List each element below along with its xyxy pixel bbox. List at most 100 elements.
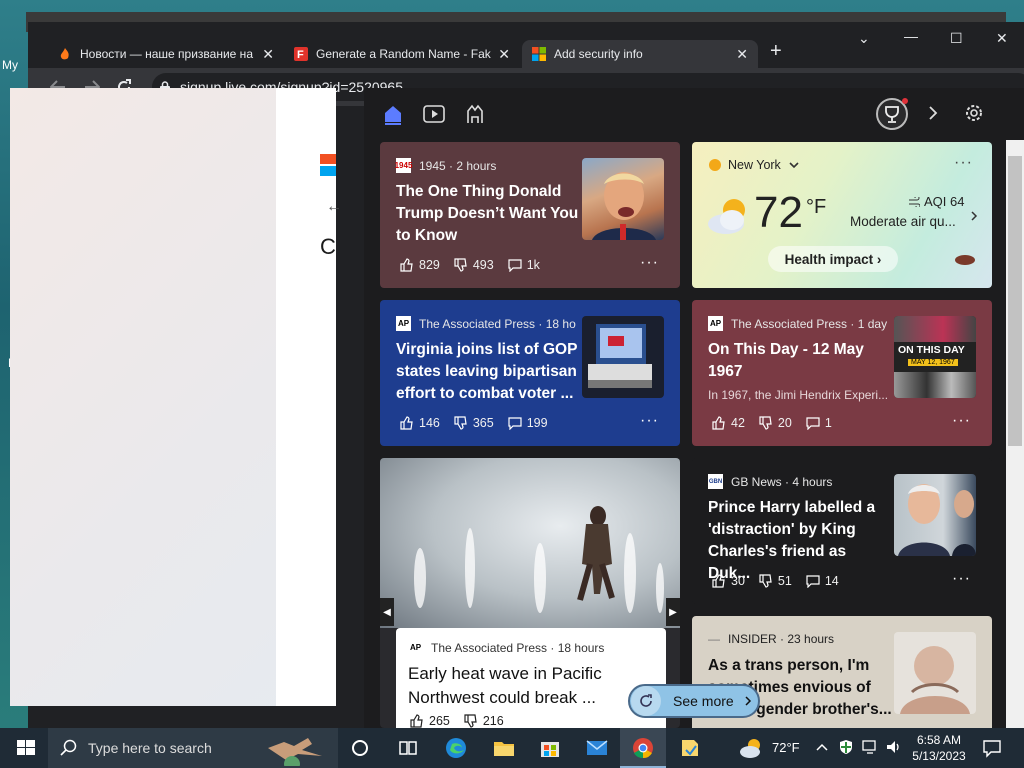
person-photo <box>894 632 976 714</box>
close-icon[interactable]: ✕ <box>498 46 510 63</box>
chrome-icon <box>633 738 653 759</box>
cortana-icon[interactable] <box>348 736 372 760</box>
thumbs-up-icon <box>400 416 413 430</box>
dislike-count: 216 <box>482 714 504 728</box>
tab-strip: Новости — наше призвание на ✕ F Generate… <box>28 22 1024 68</box>
file-explorer-icon[interactable] <box>492 736 516 760</box>
like-count: 146 <box>419 416 440 430</box>
chevron-right-icon[interactable] <box>928 105 938 121</box>
tab-news[interactable]: Новости — наше призвание на ✕ <box>48 40 284 68</box>
panel-header <box>364 88 1024 140</box>
weather-cloud-icon[interactable] <box>738 736 766 760</box>
video-icon[interactable] <box>423 104 445 124</box>
taskbar-weather[interactable]: 72°F <box>772 740 800 755</box>
chevron-right-icon[interactable] <box>970 210 978 222</box>
comment-button[interactable]: 199 <box>508 416 548 430</box>
thumbs-down-icon <box>464 714 477 728</box>
tab-fakename[interactable]: F Generate a Random Name - Fak ✕ <box>284 40 520 68</box>
news-card[interactable]: AP The Associated Press · 1 day On This … <box>692 300 992 446</box>
clock-date: 5/13/2023 <box>912 749 966 763</box>
dislike-button[interactable]: 493 <box>454 258 494 272</box>
like-button[interactable]: 42 <box>712 416 745 430</box>
page-scrollbar[interactable] <box>1006 140 1024 728</box>
weather-location[interactable]: New York <box>728 158 781 172</box>
headline[interactable]: The One Thing Donald Trump Doesn’t Want … <box>396 181 582 247</box>
taskbar: Type here to search 72°F 6:58 AM 5/13/20… <box>0 728 1024 768</box>
comment-button[interactable]: 1 <box>806 416 832 430</box>
more-options-icon[interactable]: ··· <box>952 570 971 588</box>
close-icon[interactable]: ✕ <box>736 46 748 63</box>
comment-button[interactable]: 14 <box>806 574 839 588</box>
tab-security-info[interactable]: Add security info ✕ <box>522 40 758 68</box>
news-card[interactable]: GBN GB News · 4 hours Prince Harry label… <box>692 458 992 604</box>
rewards-trophy-icon[interactable] <box>874 96 910 132</box>
chevron-up-icon[interactable] <box>816 742 828 752</box>
dislike-button[interactable]: 365 <box>454 416 494 430</box>
like-button[interactable]: 146 <box>400 416 440 430</box>
edge-icon[interactable] <box>444 736 468 760</box>
games-icon[interactable] <box>464 103 486 125</box>
like-button[interactable]: 30 <box>712 574 745 588</box>
headline[interactable]: Prince Harry labelled a 'distraction' by… <box>708 497 892 585</box>
card-actions: 30 51 14 <box>712 574 853 588</box>
card-actions: 829 493 1k <box>400 258 554 272</box>
back-arrow[interactable]: ← <box>326 198 342 216</box>
desktop-icon-label[interactable]: My <box>2 58 18 72</box>
headline[interactable]: Early heat wave in Pacific Northwest cou… <box>408 662 628 710</box>
dislike-button[interactable]: 20 <box>759 416 792 430</box>
windows-start-icon[interactable] <box>14 736 38 760</box>
minimize-button[interactable]: — <box>904 28 918 44</box>
thumbs-up-icon <box>712 416 725 430</box>
maximize-button[interactable]: ☐ <box>950 30 963 47</box>
source-logo: AP <box>408 640 423 655</box>
carousel-next-button[interactable]: ▶ <box>666 598 680 626</box>
chrome-taskbar-button[interactable] <box>620 728 666 768</box>
defender-shield-icon[interactable] <box>838 739 854 755</box>
notification-icon[interactable] <box>982 738 1002 758</box>
more-options-icon[interactable]: ··· <box>640 254 659 272</box>
tab-search-icon[interactable]: ⌄ <box>858 30 870 47</box>
thumb-date: MAY 12, 1967 <box>908 359 958 366</box>
wind-icon <box>909 196 920 207</box>
dislike-button[interactable]: 216 <box>464 714 504 728</box>
carousel-prev-button[interactable]: ◀ <box>380 598 394 626</box>
weather-card[interactable]: New York ··· 72 °F AQI 64 Moderate air q… <box>692 142 992 288</box>
health-impact-button[interactable]: Health impact › <box>768 246 898 272</box>
dislike-button[interactable]: 51 <box>759 574 792 588</box>
mail-icon[interactable] <box>585 736 609 760</box>
volume-icon[interactable] <box>886 740 902 754</box>
thumbs-down-icon <box>759 574 772 588</box>
close-window-button[interactable]: ✕ <box>996 30 1008 47</box>
flame-icon <box>60 48 69 60</box>
taskbar-clock[interactable]: 6:58 AM 5/13/2023 <box>906 732 972 764</box>
news-widgets-panel: 1945 1945 · 2 hours The One Thing Donald… <box>364 88 1024 728</box>
search-highlight-image <box>268 738 322 766</box>
comment-button[interactable]: 1k <box>508 258 540 272</box>
like-button[interactable]: 265 <box>410 714 450 728</box>
headline[interactable]: Virginia joins list of GOP states leavin… <box>396 339 580 405</box>
news-card[interactable]: AP The Associated Press · 18 ho Virginia… <box>380 300 680 446</box>
like-button[interactable]: 829 <box>400 258 440 272</box>
dislike-count: 20 <box>777 416 792 430</box>
more-options-icon[interactable]: ··· <box>952 412 971 430</box>
news-card[interactable]: 1945 1945 · 2 hours The One Thing Donald… <box>380 142 680 288</box>
more-options-icon[interactable]: ··· <box>954 154 973 172</box>
network-icon[interactable] <box>862 740 880 754</box>
search-icon <box>60 739 77 756</box>
chevron-down-icon[interactable] <box>789 161 799 169</box>
task-view-icon[interactable] <box>396 736 420 760</box>
more-options-icon[interactable]: ··· <box>640 412 659 430</box>
taskbar-search[interactable]: Type here to search <box>48 728 338 768</box>
close-icon[interactable]: ✕ <box>262 46 274 63</box>
new-tab-button[interactable]: + <box>770 40 782 63</box>
like-count: 829 <box>419 258 440 272</box>
headline[interactable]: On This Day - 12 May 1967 <box>708 339 892 383</box>
gear-icon[interactable] <box>964 103 984 123</box>
weather-unit: °F <box>806 196 827 218</box>
comment-count: 1 <box>824 416 832 430</box>
home-icon[interactable] <box>382 103 404 125</box>
store-icon[interactable] <box>538 736 562 760</box>
see-more-button[interactable]: See more <box>628 684 760 718</box>
source-text: The Associated Press · 1 day <box>731 316 888 331</box>
notes-icon[interactable] <box>678 736 702 760</box>
